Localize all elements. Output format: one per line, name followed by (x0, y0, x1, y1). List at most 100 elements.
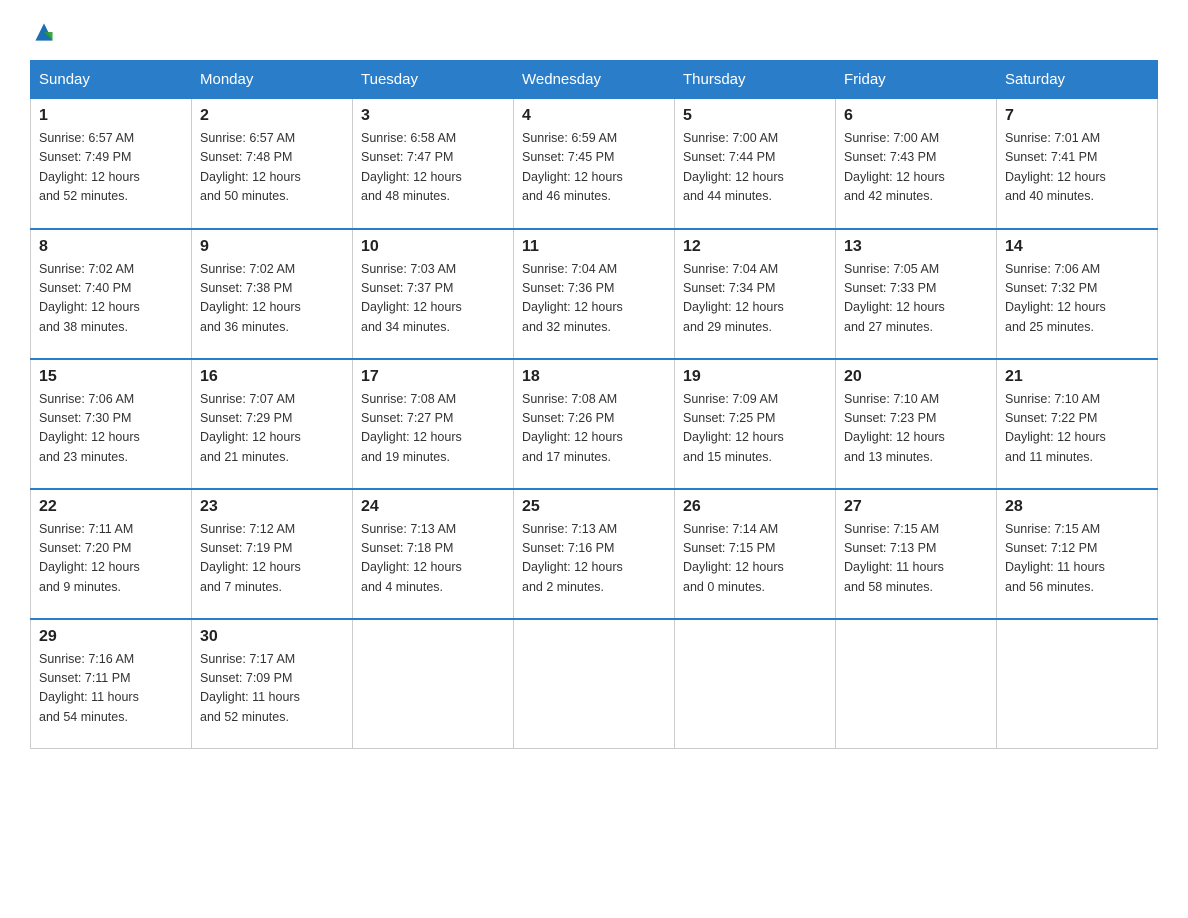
day-info: Sunrise: 7:08 AM Sunset: 7:26 PM Dayligh… (522, 390, 666, 468)
weekday-header-sunday: Sunday (31, 61, 192, 99)
calendar-cell: 30Sunrise: 7:17 AM Sunset: 7:09 PM Dayli… (192, 619, 353, 749)
day-number: 15 (39, 368, 183, 386)
day-number: 12 (683, 238, 827, 256)
day-info: Sunrise: 7:15 AM Sunset: 7:13 PM Dayligh… (844, 520, 988, 598)
day-info: Sunrise: 7:12 AM Sunset: 7:19 PM Dayligh… (200, 520, 344, 598)
calendar-cell: 6Sunrise: 7:00 AM Sunset: 7:43 PM Daylig… (836, 99, 997, 229)
day-number: 28 (1005, 498, 1149, 516)
day-info: Sunrise: 7:03 AM Sunset: 7:37 PM Dayligh… (361, 260, 505, 338)
calendar-cell (836, 619, 997, 749)
day-number: 24 (361, 498, 505, 516)
calendar-cell: 5 Sunrise: 7:00 AM Sunset: 7:44 PM Daylig… (675, 99, 836, 229)
calendar-cell: 19 Sunrise: 7:09 AM Sunset: 7:25 PM Dayli… (675, 359, 836, 489)
day-info: Sunrise: 6:58 AM Sunset: 7:47 PM Dayligh… (361, 129, 505, 207)
day-number: 25 (522, 498, 666, 516)
day-info: Sunrise: 7:00 AM Sunset: 7:44 PM Dayligh… (683, 129, 827, 207)
day-info: Sunrise: 7:07 AM Sunset: 7:29 PM Dayligh… (200, 390, 344, 468)
day-number: 17 (361, 368, 505, 386)
calendar-cell (353, 619, 514, 749)
day-info: Sunrise: 6:59 AM Sunset: 7:45 PM Dayligh… (522, 129, 666, 207)
day-number: 22 (39, 498, 183, 516)
calendar-cell: 29 Sunrise: 7:16 AM Sunset: 7:11 PM Dayli… (31, 619, 192, 749)
calendar-cell (675, 619, 836, 749)
calendar-cell: 3 Sunrise: 6:58 AM Sunset: 7:47 PM Daylig… (353, 99, 514, 229)
calendar-cell: 17 Sunrise: 7:08 AM Sunset: 7:27 PM Dayli… (353, 359, 514, 489)
day-info: Sunrise: 7:13 AM Sunset: 7:18 PM Dayligh… (361, 520, 505, 598)
calendar-cell: 25 Sunrise: 7:13 AM Sunset: 7:16 PM Dayli… (514, 489, 675, 619)
day-info: Sunrise: 6:57 AM Sunset: 7:48 PM Dayligh… (200, 129, 344, 207)
calendar-cell: 11Sunrise: 7:04 AM Sunset: 7:36 PM Dayli… (514, 229, 675, 359)
day-info: Sunrise: 7:10 AM Sunset: 7:23 PM Dayligh… (844, 390, 988, 468)
day-number: 5 (683, 107, 827, 125)
calendar-week-3: 15 Sunrise: 7:06 AM Sunset: 7:30 PM Dayli… (31, 359, 1158, 489)
day-number: 8 (39, 238, 183, 256)
day-info: Sunrise: 7:15 AM Sunset: 7:12 PM Dayligh… (1005, 520, 1149, 598)
calendar-cell: 13 Sunrise: 7:05 AM Sunset: 7:33 PM Dayli… (836, 229, 997, 359)
calendar-cell: 28 Sunrise: 7:15 AM Sunset: 7:12 PM Dayli… (997, 489, 1158, 619)
day-number: 23 (200, 498, 344, 516)
day-info: Sunrise: 7:10 AM Sunset: 7:22 PM Dayligh… (1005, 390, 1149, 468)
day-number: 4 (522, 107, 666, 125)
calendar-cell: 22 Sunrise: 7:11 AM Sunset: 7:20 PM Dayli… (31, 489, 192, 619)
calendar-week-2: 8 Sunrise: 7:02 AM Sunset: 7:40 PM Daylig… (31, 229, 1158, 359)
day-info: Sunrise: 7:13 AM Sunset: 7:16 PM Dayligh… (522, 520, 666, 598)
day-number: 21 (1005, 368, 1149, 386)
day-number: 3 (361, 107, 505, 125)
day-number: 29 (39, 628, 183, 646)
calendar-cell: 24 Sunrise: 7:13 AM Sunset: 7:18 PM Dayli… (353, 489, 514, 619)
calendar-cell: 20Sunrise: 7:10 AM Sunset: 7:23 PM Dayli… (836, 359, 997, 489)
day-number: 1 (39, 107, 183, 125)
day-number: 10 (361, 238, 505, 256)
day-info: Sunrise: 7:16 AM Sunset: 7:11 PM Dayligh… (39, 650, 183, 728)
weekday-header-thursday: Thursday (675, 61, 836, 99)
day-number: 6 (844, 107, 988, 125)
weekday-header-monday: Monday (192, 61, 353, 99)
day-info: Sunrise: 7:09 AM Sunset: 7:25 PM Dayligh… (683, 390, 827, 468)
calendar-cell: 18Sunrise: 7:08 AM Sunset: 7:26 PM Dayli… (514, 359, 675, 489)
calendar-cell: 8 Sunrise: 7:02 AM Sunset: 7:40 PM Daylig… (31, 229, 192, 359)
weekday-header-row: SundayMondayTuesdayWednesdayThursdayFrid… (31, 61, 1158, 99)
day-info: Sunrise: 7:11 AM Sunset: 7:20 PM Dayligh… (39, 520, 183, 598)
calendar-cell: 14Sunrise: 7:06 AM Sunset: 7:32 PM Dayli… (997, 229, 1158, 359)
day-number: 7 (1005, 107, 1149, 125)
day-info: Sunrise: 7:08 AM Sunset: 7:27 PM Dayligh… (361, 390, 505, 468)
calendar-cell: 12 Sunrise: 7:04 AM Sunset: 7:34 PM Dayli… (675, 229, 836, 359)
day-info: Sunrise: 7:05 AM Sunset: 7:33 PM Dayligh… (844, 260, 988, 338)
calendar-cell: 21 Sunrise: 7:10 AM Sunset: 7:22 PM Dayli… (997, 359, 1158, 489)
day-info: Sunrise: 7:04 AM Sunset: 7:36 PM Dayligh… (522, 260, 666, 338)
day-info: Sunrise: 7:02 AM Sunset: 7:38 PM Dayligh… (200, 260, 344, 338)
logo-icon (32, 20, 56, 44)
day-number: 9 (200, 238, 344, 256)
logo (30, 20, 56, 44)
calendar-week-1: 1Sunrise: 6:57 AM Sunset: 7:49 PM Daylig… (31, 99, 1158, 229)
calendar-cell: 2 Sunrise: 6:57 AM Sunset: 7:48 PM Daylig… (192, 99, 353, 229)
calendar-cell: 27 Sunrise: 7:15 AM Sunset: 7:13 PM Dayli… (836, 489, 997, 619)
day-number: 26 (683, 498, 827, 516)
calendar-table: SundayMondayTuesdayWednesdayThursdayFrid… (30, 60, 1158, 749)
weekday-header-tuesday: Tuesday (353, 61, 514, 99)
day-info: Sunrise: 7:06 AM Sunset: 7:32 PM Dayligh… (1005, 260, 1149, 338)
calendar-cell (997, 619, 1158, 749)
calendar-cell: 10 Sunrise: 7:03 AM Sunset: 7:37 PM Dayli… (353, 229, 514, 359)
weekday-header-friday: Friday (836, 61, 997, 99)
day-info: Sunrise: 7:01 AM Sunset: 7:41 PM Dayligh… (1005, 129, 1149, 207)
calendar-week-5: 29 Sunrise: 7:16 AM Sunset: 7:11 PM Dayli… (31, 619, 1158, 749)
weekday-header-saturday: Saturday (997, 61, 1158, 99)
day-info: Sunrise: 7:02 AM Sunset: 7:40 PM Dayligh… (39, 260, 183, 338)
calendar-cell: 26Sunrise: 7:14 AM Sunset: 7:15 PM Dayli… (675, 489, 836, 619)
calendar-cell: 7 Sunrise: 7:01 AM Sunset: 7:41 PM Daylig… (997, 99, 1158, 229)
day-number: 2 (200, 107, 344, 125)
weekday-header-wednesday: Wednesday (514, 61, 675, 99)
day-info: Sunrise: 7:17 AM Sunset: 7:09 PM Dayligh… (200, 650, 344, 728)
day-info: Sunrise: 7:04 AM Sunset: 7:34 PM Dayligh… (683, 260, 827, 338)
calendar-cell: 23 Sunrise: 7:12 AM Sunset: 7:19 PM Dayli… (192, 489, 353, 619)
calendar-cell (514, 619, 675, 749)
day-number: 13 (844, 238, 988, 256)
day-number: 16 (200, 368, 344, 386)
calendar-cell: 16 Sunrise: 7:07 AM Sunset: 7:29 PM Dayli… (192, 359, 353, 489)
calendar-cell: 9 Sunrise: 7:02 AM Sunset: 7:38 PM Daylig… (192, 229, 353, 359)
calendar-cell: 1Sunrise: 6:57 AM Sunset: 7:49 PM Daylig… (31, 99, 192, 229)
day-number: 19 (683, 368, 827, 386)
day-number: 27 (844, 498, 988, 516)
day-info: Sunrise: 7:06 AM Sunset: 7:30 PM Dayligh… (39, 390, 183, 468)
